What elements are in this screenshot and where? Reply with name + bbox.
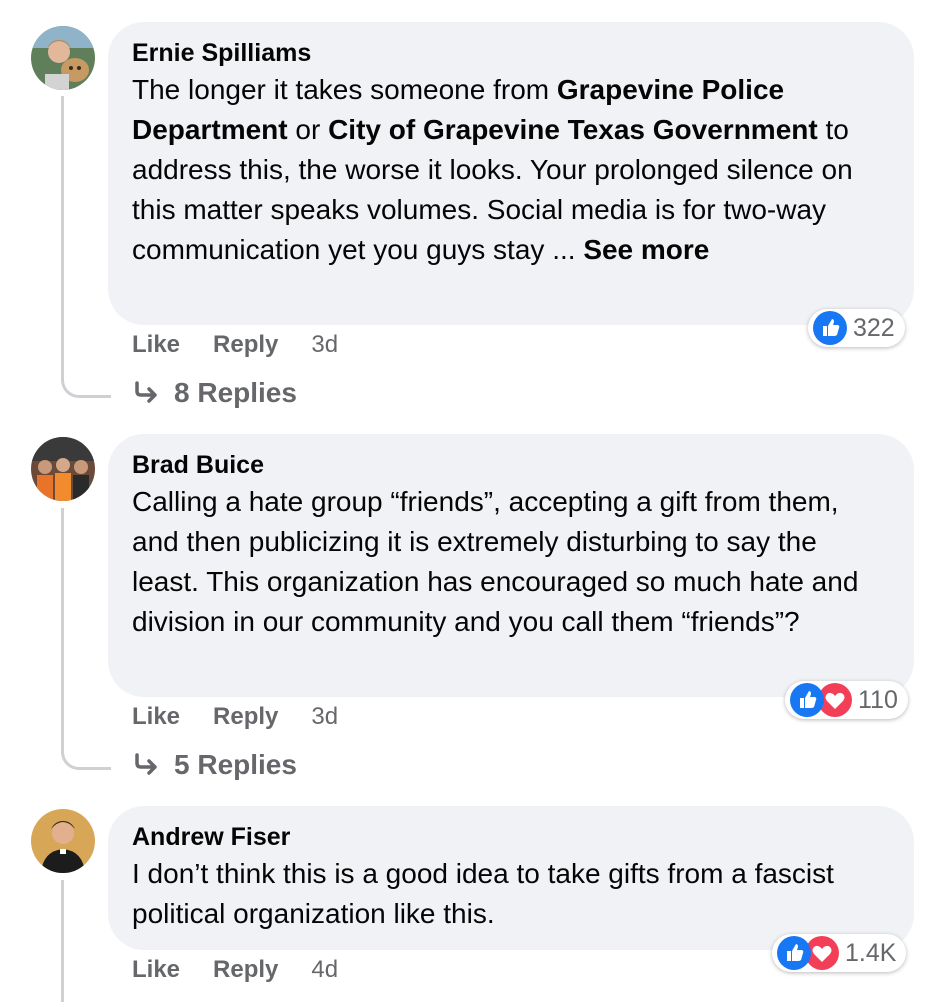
comment-author[interactable]: Ernie Spilliams	[132, 36, 890, 70]
reaction-count: 322	[853, 313, 895, 342]
comment-actions: Like Reply 3d	[132, 331, 371, 359]
comment-timestamp[interactable]: 4d	[311, 956, 338, 984]
avatar[interactable]	[31, 437, 95, 501]
avatar[interactable]	[31, 26, 95, 90]
like-icon	[790, 683, 824, 717]
reply-arrow-icon	[135, 381, 157, 403]
like-icon	[777, 936, 811, 970]
thread-line	[61, 508, 64, 753]
comment-text-part: The longer it takes someone from	[132, 74, 557, 105]
reaction-summary[interactable]: 110	[785, 681, 908, 719]
comment-text-part: or	[287, 114, 329, 145]
comment-actions: Like Reply 3d	[132, 703, 371, 731]
comment-bubble: Ernie Spilliams The longer it takes some…	[108, 22, 914, 325]
comment-timestamp[interactable]: 3d	[311, 331, 338, 359]
comment-text: I don’t think this is a good idea to tak…	[132, 858, 834, 929]
reply-button[interactable]: Reply	[213, 956, 278, 984]
thread-line-curve	[61, 376, 111, 398]
view-replies-link[interactable]: 8 Replies	[134, 377, 297, 409]
comment-author[interactable]: Andrew Fiser	[132, 820, 890, 854]
reaction-count: 1.4K	[845, 938, 897, 967]
view-replies-link[interactable]: 5 Replies	[134, 749, 297, 781]
comment-author[interactable]: Brad Buice	[132, 448, 890, 482]
reaction-summary[interactable]: 1.4K	[772, 934, 907, 972]
avatar[interactable]	[31, 809, 95, 873]
thread-line	[61, 880, 64, 1002]
comment-bubble: Andrew Fiser I don’t think this is a goo…	[108, 806, 914, 950]
replies-count: 8 Replies	[174, 377, 297, 408]
like-button[interactable]: Like	[132, 703, 180, 731]
replies-count: 5 Replies	[174, 749, 297, 780]
thread-line-curve	[61, 748, 111, 770]
thread-line	[61, 96, 64, 379]
like-button[interactable]: Like	[132, 956, 180, 984]
see-more-link[interactable]: See more	[583, 234, 709, 265]
reply-button[interactable]: Reply	[213, 331, 278, 359]
like-button[interactable]: Like	[132, 331, 180, 359]
reaction-summary[interactable]: 322	[808, 309, 905, 347]
comment-timestamp[interactable]: 3d	[311, 703, 338, 731]
comment-bubble: Brad Buice Calling a hate group “friends…	[108, 434, 914, 697]
like-icon	[813, 311, 847, 345]
comment-text: Calling a hate group “friends”, acceptin…	[132, 486, 859, 637]
comment-text: The longer it takes someone from Grapevi…	[132, 70, 890, 270]
reaction-count: 110	[858, 685, 898, 714]
page-mention[interactable]: City of Grapevine Texas Government	[328, 114, 818, 145]
reply-button[interactable]: Reply	[213, 703, 278, 731]
reply-arrow-icon	[135, 753, 157, 775]
comment-actions: Like Reply 4d	[132, 956, 371, 984]
